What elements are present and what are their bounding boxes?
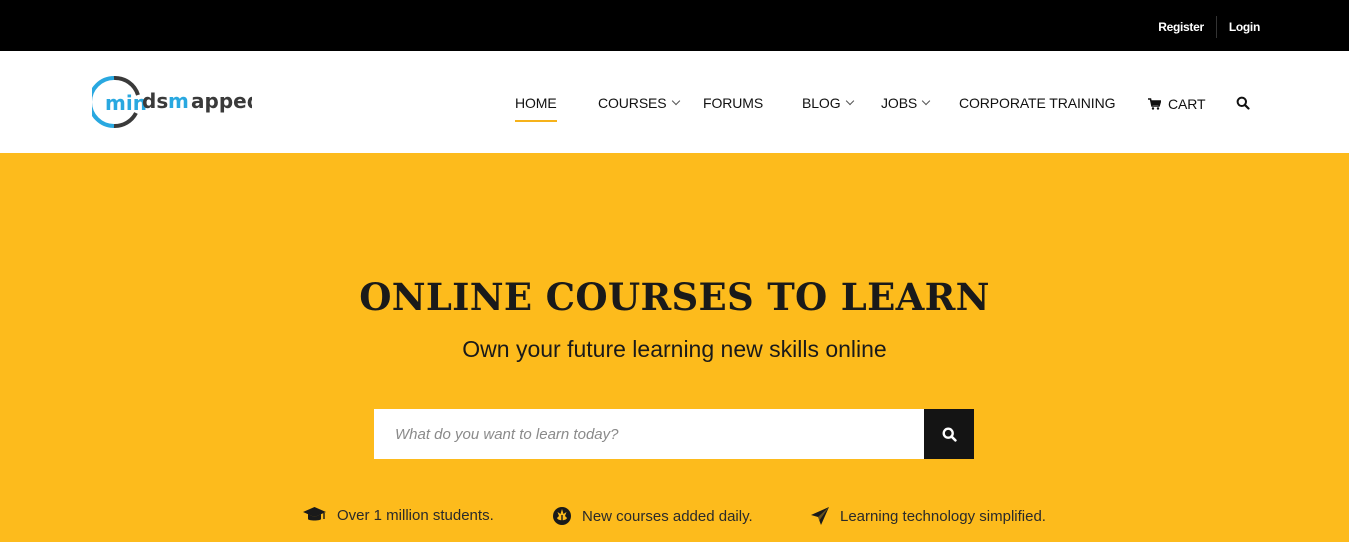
- nav-jobs-label: JOBS: [881, 95, 918, 111]
- nav-jobs[interactable]: JOBS: [881, 95, 931, 111]
- nav-courses-label: COURSES: [598, 95, 667, 111]
- search-input[interactable]: [374, 409, 924, 459]
- hero-subtitle: Own your future learning new skills onli…: [462, 336, 887, 362]
- feature-item: Over 1 million students.: [302, 506, 494, 524]
- nav-forums[interactable]: FORUMS: [703, 95, 763, 111]
- main-nav: HOME COURSES FORUMS BLOG JOBS CORPORATE …: [0, 51, 1349, 153]
- chevron-down-icon: [845, 96, 854, 105]
- auth-divider: [1215, 16, 1217, 38]
- nav-corporate-training[interactable]: CORPORATE TRAINING: [959, 95, 1115, 111]
- graduation-cap-icon: [303, 507, 326, 521]
- feature-list: Over 1 million students. New courses add…: [0, 506, 1349, 536]
- chevron-down-icon: [921, 96, 931, 105]
- feature-item: Learning technology simplified.: [810, 506, 1046, 526]
- feature-item: New courses added daily.: [552, 506, 753, 526]
- rebel-icon: [553, 507, 571, 525]
- nav-cart-label: CART: [1168, 96, 1206, 112]
- nav-courses[interactable]: COURSES: [598, 95, 680, 111]
- nav-corporate-label: CORPORATE TRAINING: [959, 95, 1116, 111]
- feature-text: Over 1 million students.: [337, 506, 494, 524]
- search-icon[interactable]: [1236, 96, 1250, 110]
- auth-links: Register Login: [1158, 16, 1260, 38]
- register-link[interactable]: Register: [1158, 20, 1204, 34]
- search-icon: [942, 427, 957, 442]
- course-search: [374, 409, 974, 459]
- nav-home[interactable]: HOME: [515, 95, 557, 122]
- nav-home-label: HOME: [515, 95, 557, 111]
- cart-icon: [1148, 98, 1161, 110]
- paper-plane-icon: [811, 507, 829, 525]
- feature-text: New courses added daily.: [582, 507, 753, 525]
- top-bar: Register Login: [0, 0, 1349, 51]
- feature-text: Learning technology simplified.: [840, 507, 1046, 525]
- search-button[interactable]: [924, 409, 974, 459]
- site-header: min ds m apped HOME COURSES FORUMS BLOG …: [0, 51, 1349, 153]
- nav-blog[interactable]: BLOG: [802, 95, 854, 111]
- nav-blog-label: BLOG: [802, 95, 841, 111]
- login-link[interactable]: Login: [1229, 20, 1260, 34]
- nav-cart[interactable]: CART: [1148, 96, 1206, 112]
- hero-title: ONLINE COURSES TO LEARN: [359, 275, 990, 319]
- chevron-down-icon: [671, 96, 680, 105]
- hero-section: ONLINE COURSES TO LEARN Own your future …: [0, 153, 1349, 542]
- nav-forums-label: FORUMS: [703, 95, 764, 111]
